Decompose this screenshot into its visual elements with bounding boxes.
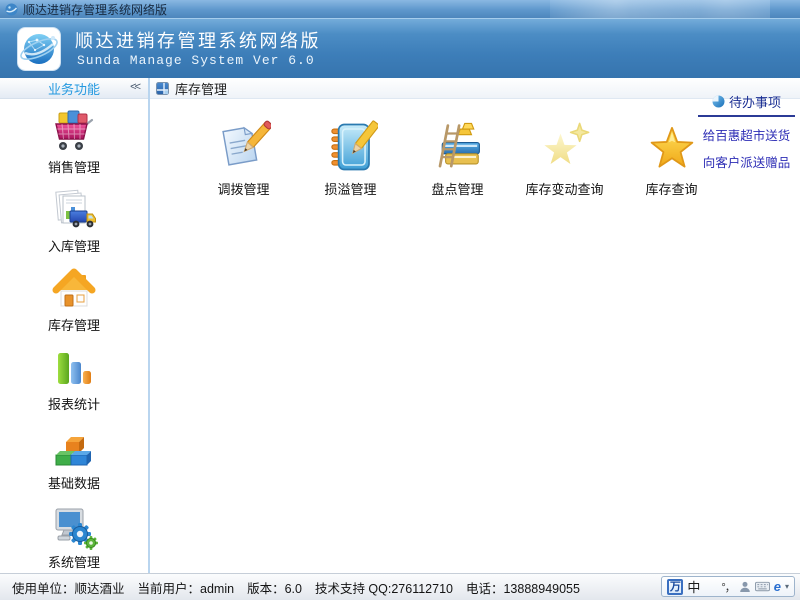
sidebar: 业务功能 << 销售管理: [0, 78, 148, 573]
sidebar-item-label: 入库管理: [48, 236, 100, 255]
shortcut-transfer-management[interactable]: 调拨管理: [190, 120, 297, 198]
ime-fullwidth-moon-icon[interactable]: [704, 580, 717, 593]
house-icon: [49, 266, 99, 314]
ime-soft-keyboard-icon[interactable]: [755, 581, 770, 592]
sidebar-item-label: 库存管理: [48, 315, 100, 334]
status-company: 使用单位：顺达酒业: [12, 578, 125, 597]
bar-chart-icon: [49, 345, 99, 393]
todo-item-gifts[interactable]: 向客户派送赠品: [698, 152, 795, 171]
status-version: 版本：6.0: [247, 578, 302, 597]
monitor-gears-icon: [49, 503, 99, 551]
header-title: 顺达进销存管理系统网络版: [75, 27, 321, 53]
tab-window-icon: [156, 82, 169, 95]
shortcut-label: 库存变动查询: [525, 179, 603, 198]
ime-language-toggle[interactable]: 中: [687, 577, 700, 596]
sidebar-item-sales[interactable]: 销售管理: [0, 108, 148, 176]
shortcut-label: 盘点管理: [431, 179, 483, 198]
shopping-cart-icon: [49, 108, 99, 156]
app-header: 顺达进销存管理系统网络版 Sunda Manage System Ver 6.0: [0, 18, 800, 78]
todo-panel: 待办事项 给百惠超市送货 向客户派送赠品: [698, 92, 795, 171]
shortcut-label: 损溢管理: [324, 179, 376, 198]
todo-sphere-icon: [712, 95, 725, 108]
ime-menu-caret-icon[interactable]: ▾: [785, 582, 789, 591]
app-logo-globe-icon: [17, 27, 61, 71]
shortcut-stock-change-query[interactable]: 库存变动查询: [511, 120, 618, 198]
sidebar-item-basedata[interactable]: 基础数据: [0, 424, 148, 492]
status-support-qq: 技术支持 QQ:276112710: [315, 578, 453, 597]
shortcut-stocktake-management[interactable]: 盘点管理: [404, 120, 511, 198]
gold-star-icon: [645, 120, 699, 174]
sidebar-item-label: 报表统计: [48, 394, 100, 413]
window-title: 顺达进销存管理系统网络版: [23, 1, 167, 18]
window-titlebar: 顺达进销存管理系统网络版: [0, 0, 800, 18]
todo-header: 待办事项: [698, 92, 795, 117]
sidebar-menu: 销售管理: [0, 99, 148, 582]
app-globe-icon: [5, 3, 18, 16]
sidebar-collapse-button[interactable]: <<: [130, 81, 139, 93]
ime-user-icon[interactable]: [739, 581, 751, 593]
sidebar-item-label: 系统管理: [48, 552, 100, 571]
sidebar-item-inbound[interactable]: 入库管理: [0, 187, 148, 255]
app-window: 顺达进销存管理系统网络版 顺达进销存管理系统网络版 Sunda Manage S…: [0, 0, 800, 600]
sidebar-item-label: 基础数据: [48, 473, 100, 492]
ime-mode-button[interactable]: 万: [667, 579, 683, 595]
shortcut-label: 调拨管理: [217, 179, 269, 198]
sidebar-item-system[interactable]: 系统管理: [0, 503, 148, 571]
sidebar-item-inventory[interactable]: 库存管理: [0, 266, 148, 334]
sidebar-header: 业务功能 <<: [0, 78, 148, 99]
ime-browser-icon[interactable]: e: [774, 579, 781, 594]
sidebar-item-reports[interactable]: 报表统计: [0, 345, 148, 413]
documents-truck-icon: [49, 187, 99, 235]
document-pencil-icon: [217, 120, 271, 174]
todo-item-delivery[interactable]: 给百惠超市送货: [698, 125, 795, 144]
sparkle-stars-icon: [538, 120, 592, 174]
books-ladder-icon: [431, 120, 485, 174]
data-blocks-icon: [49, 424, 99, 472]
main-panel: 库存管理: [150, 78, 800, 573]
shortcut-label: 库存查询: [645, 179, 697, 198]
tab-inventory-management[interactable]: 库存管理: [175, 79, 227, 98]
ime-toolbar: 万 中 °， e ▾: [661, 576, 795, 597]
sidebar-title: 业务功能: [48, 79, 100, 98]
ime-punctuation-toggle[interactable]: °，: [721, 579, 734, 595]
notebook-pencil-icon: [324, 120, 378, 174]
sidebar-item-label: 销售管理: [48, 157, 100, 176]
todo-title: 待办事项: [729, 92, 781, 111]
status-phone: 电话：13888949055: [466, 578, 580, 597]
header-subtitle: Sunda Manage System Ver 6.0: [77, 53, 315, 68]
status-current-user: 当前用户：admin: [138, 578, 235, 597]
shortcut-loss-overflow-management[interactable]: 损溢管理: [297, 120, 404, 198]
